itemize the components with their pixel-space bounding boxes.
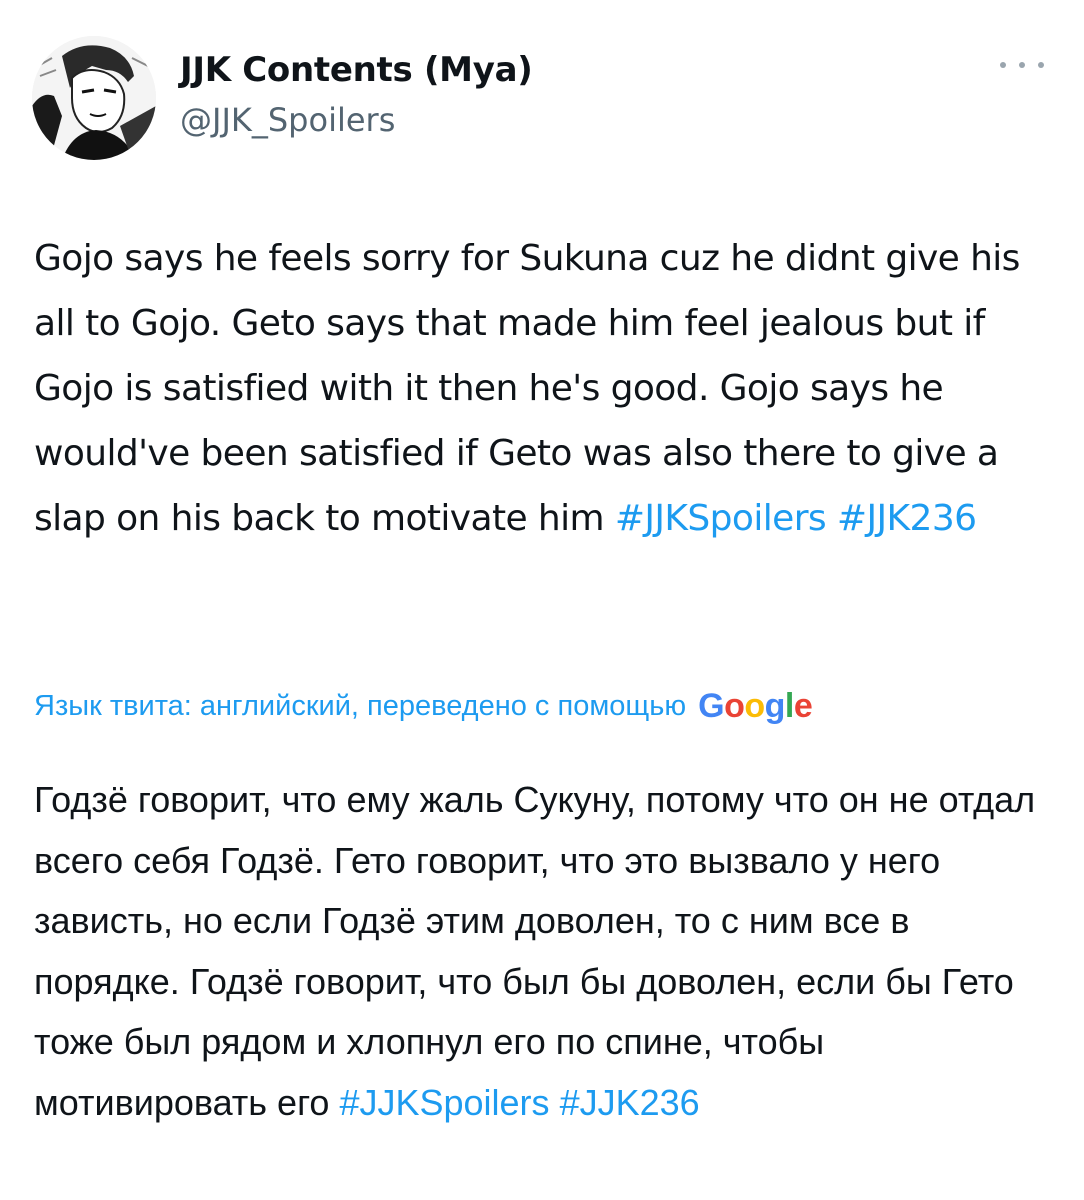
author-handle[interactable]: @JJK_Spoilers [180, 98, 395, 142]
google-letter: o [724, 687, 745, 725]
google-letter: G [698, 687, 725, 725]
hashtag-jjk236[interactable]: #JJK236 [837, 498, 977, 539]
google-letter: l [784, 687, 794, 725]
google-letter: e [793, 687, 813, 725]
avatar[interactable] [32, 36, 156, 160]
tweet-body: Gojo says he feels sorry for Sukuna cuz … [34, 238, 1020, 539]
dot [1038, 62, 1044, 68]
author-name[interactable]: JJK Contents (Mya) [180, 48, 533, 92]
manga-character-avatar-icon [32, 36, 156, 160]
translation-label: Язык твита: английский, переведено с пом… [34, 690, 687, 722]
more-options-icon[interactable] [1000, 50, 1044, 80]
google-letter: o [744, 687, 765, 725]
translation-attribution[interactable]: Язык твита: английский, переведено с пом… [34, 684, 1054, 728]
tweet-text: Gojo says he feels sorry for Sukuna cuz … [34, 226, 1054, 551]
tweet-header: JJK Contents (Mya) @JJK_Spoilers [32, 32, 1052, 162]
hashtag-jjkspoilers-translated[interactable]: #JJKSpoilers [339, 1082, 549, 1123]
hashtag-jjk236-translated[interactable]: #JJK236 [560, 1082, 700, 1123]
dot [1000, 62, 1006, 68]
google-logo: Google [698, 684, 813, 728]
translated-text: Годзё говорит, что ему жаль Сукуну, пото… [34, 770, 1054, 1133]
translated-body: Годзё говорит, что ему жаль Сукуну, пото… [34, 779, 1036, 1123]
dot [1019, 62, 1025, 68]
hashtag-jjkspoilers[interactable]: #JJKSpoilers [615, 498, 827, 539]
google-letter: g [764, 687, 786, 725]
